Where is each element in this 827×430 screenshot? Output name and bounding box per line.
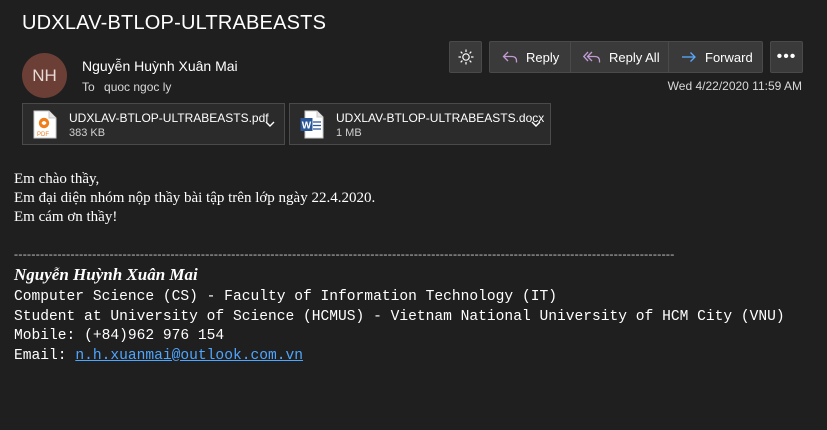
signature-block: Computer Science (CS) - Faculty of Infor… [14, 288, 785, 366]
recipient-line: To quoc ngoc ly [82, 80, 171, 94]
thanks-line: Em cám ơn thầy! [14, 209, 118, 225]
attachment-size: 383 KB [69, 127, 106, 139]
signature-mobile: Mobile: (+84)962 976 154 [14, 327, 785, 347]
recipient-name[interactable]: quoc ngoc ly [104, 80, 171, 94]
theme-toggle-button[interactable] [449, 41, 482, 73]
reply-all-button[interactable]: Reply All [570, 41, 669, 73]
sent-date: Wed 4/22/2020 11:59 AM [667, 79, 802, 93]
greeting-line: Em chào thầy, [14, 171, 100, 187]
to-label: To [82, 80, 95, 94]
reply-all-label: Reply All [609, 49, 660, 65]
sender-name[interactable]: Nguyễn Huỳnh Xuân Mai [82, 58, 238, 74]
more-actions-button[interactable]: ••• [770, 41, 803, 73]
mobile-number: (+84)962 976 154 [84, 328, 225, 344]
chevron-down-icon[interactable] [264, 118, 276, 130]
attachment-pdf[interactable]: PDF UDXLAV-BTLOP-ULTRABEASTS.pdf 383 KB [22, 103, 285, 145]
forward-button[interactable]: Forward [668, 41, 763, 73]
signature-line-faculty: Computer Science (CS) - Faculty of Infor… [14, 289, 557, 305]
attachment-name: UDXLAV-BTLOP-ULTRABEASTS.pdf [69, 111, 269, 125]
message-line: Em đại diện nhóm nộp thầy bài tập trên l… [14, 190, 376, 206]
mobile-label: Mobile: [14, 328, 85, 344]
message-body: Em chào thầy, Em đại diện nhóm nộp thầy … [14, 170, 375, 227]
email-label: Email: [14, 347, 76, 364]
attachment-docx[interactable]: W UDXLAV-BTLOP-ULTRABEASTS.docx 1 MB [289, 103, 551, 145]
signature-divider: ----------------------------------------… [14, 247, 675, 261]
word-file-icon: W [300, 110, 324, 139]
forward-label: Forward [705, 49, 753, 65]
attachment-name: UDXLAV-BTLOP-ULTRABEASTS.docx [336, 111, 545, 125]
reply-all-icon [583, 51, 601, 63]
email-subject: UDXLAV-BTLOP-ULTRABEASTS [22, 12, 327, 34]
reply-icon [502, 51, 518, 63]
reply-button[interactable]: Reply [489, 41, 571, 73]
svg-text:W: W [302, 121, 312, 132]
attachment-size: 1 MB [336, 127, 362, 139]
sun-icon [458, 49, 473, 65]
signature-name: Nguyễn Huỳnh Xuân Mai [14, 265, 198, 284]
avatar-initials: NH [32, 65, 57, 85]
pdf-file-icon: PDF [33, 110, 57, 139]
signature-email: Email: n.h.xuanmai@outlook.com.vn [14, 347, 785, 367]
forward-icon [682, 52, 696, 62]
chevron-down-icon[interactable] [530, 118, 542, 130]
avatar[interactable]: NH [22, 53, 67, 98]
more-icon: ••• [776, 48, 797, 65]
reply-label: Reply [526, 49, 560, 65]
email-link[interactable]: n.h.xuanmai@outlook.com.vn [75, 348, 303, 364]
svg-text:PDF: PDF [37, 132, 49, 138]
signature-line-university: Student at University of Science (HCMUS)… [14, 308, 785, 325]
